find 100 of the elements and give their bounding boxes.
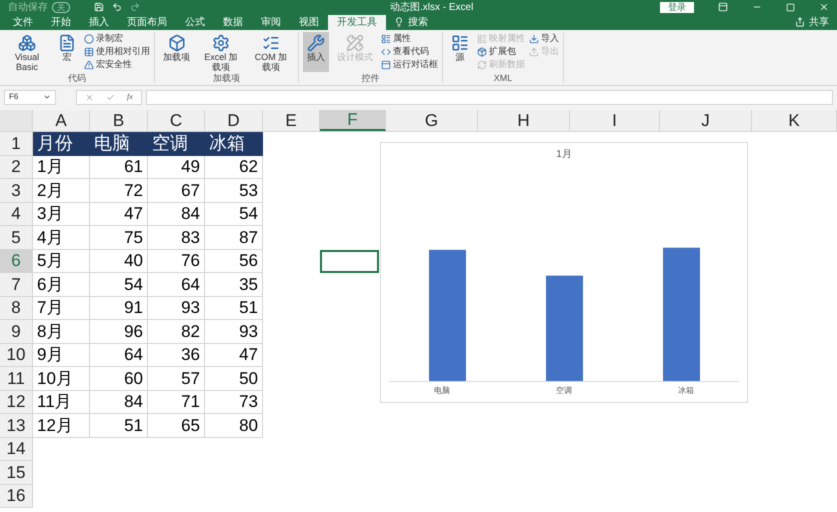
maximize-icon[interactable]: [786, 2, 795, 12]
table-cell: 64: [148, 273, 205, 296]
row-header[interactable]: 10: [0, 344, 33, 367]
name-box[interactable]: F6: [4, 90, 56, 104]
row-header[interactable]: 4: [0, 202, 33, 226]
row-header[interactable]: 13: [0, 414, 33, 438]
row-header[interactable]: 1: [0, 132, 33, 156]
ribbon-button[interactable]: 宏: [54, 32, 80, 72]
table-cell: 93: [148, 296, 205, 320]
ribbon-icon: [346, 34, 364, 52]
ribbon-tab[interactable]: 开发工具: [328, 15, 386, 30]
column-header[interactable]: B: [90, 110, 148, 131]
group-label: 加载项: [212, 72, 241, 84]
row-header[interactable]: 5: [0, 226, 33, 250]
row-header[interactable]: 8: [0, 296, 33, 320]
ribbon-button[interactable]: 录制宏: [84, 32, 150, 45]
table-cell: 3月: [33, 202, 90, 226]
ribbon-icon: [84, 34, 94, 44]
column-header[interactable]: C: [148, 110, 205, 131]
row-header[interactable]: 15: [0, 461, 33, 484]
ribbon-button[interactable]: Visual Basic: [4, 32, 50, 72]
ribbon-button[interactable]: Excel 加载项: [198, 32, 244, 72]
ribbon-icon: [58, 34, 76, 52]
column-header[interactable]: G: [386, 110, 478, 131]
row-header[interactable]: 6: [0, 250, 33, 273]
table-cell: 49: [148, 156, 205, 179]
group-label: 代码: [67, 72, 87, 84]
table-cell: 91: [90, 296, 148, 320]
column-header[interactable]: H: [478, 110, 570, 131]
table-cell: 54: [90, 273, 148, 296]
table-cell: 2月: [33, 179, 90, 202]
ribbon-tab[interactable]: 文件: [4, 15, 42, 30]
table-cell: 61: [90, 156, 148, 179]
axis-label: 空调: [556, 385, 572, 397]
row-header[interactable]: 2: [0, 156, 33, 179]
ribbon-button[interactable]: 扩展包: [477, 45, 525, 58]
sign-in-button[interactable]: 登录: [660, 2, 694, 12]
table-cell: 9月: [33, 344, 90, 367]
table-cell: 64: [90, 344, 148, 367]
header-cell: 冰箱: [205, 132, 263, 156]
column-header[interactable]: I: [570, 110, 660, 131]
share-button[interactable]: 共享: [809, 15, 829, 30]
row-header[interactable]: 9: [0, 320, 33, 344]
autosave-label: 自动保存: [8, 0, 48, 14]
ribbon-button[interactable]: 加载项: [159, 32, 194, 72]
axis-label: 电脑: [434, 385, 450, 397]
row-header[interactable]: 14: [0, 438, 33, 461]
column-header[interactable]: F: [320, 110, 386, 131]
table-cell: 50: [205, 367, 263, 390]
table-cell: 96: [90, 320, 148, 344]
ribbon-icon: [212, 34, 230, 52]
ribbon-button[interactable]: 宏安全性: [84, 58, 150, 71]
ribbon-tab[interactable]: 公式: [176, 15, 214, 30]
table-cell: 73: [205, 390, 263, 414]
group-label: XML: [492, 72, 514, 84]
chart-area[interactable]: 1月 电脑 空调 冰箱: [380, 142, 748, 403]
undo-icon[interactable]: [112, 2, 122, 12]
column-header[interactable]: K: [752, 110, 837, 131]
ribbon-button[interactable]: 运行对话框: [381, 58, 438, 71]
ribbon-button[interactable]: 使用相对引用: [84, 45, 150, 58]
row-header[interactable]: 12: [0, 390, 33, 414]
ribbon-button[interactable]: 查看代码: [381, 45, 438, 58]
ribbon-button[interactable]: 源: [447, 32, 473, 72]
ribbon-icon: [262, 34, 280, 52]
table-cell: 8月: [33, 320, 90, 344]
ribbon-tab[interactable]: 开始: [42, 15, 80, 30]
table-cell: 51: [205, 296, 263, 320]
column-header[interactable]: A: [33, 110, 90, 131]
table-cell: 57: [148, 367, 205, 390]
insert-function-button[interactable]: fx: [127, 91, 133, 103]
ribbon-button[interactable]: 属性: [381, 32, 438, 45]
ribbon-icon: [451, 34, 469, 52]
ribbon-tab[interactable]: 插入: [80, 15, 118, 30]
ribbon-tab[interactable]: 视图: [290, 15, 328, 30]
close-icon[interactable]: [819, 2, 829, 12]
ribbon-display-icon[interactable]: [718, 2, 728, 12]
column-header[interactable]: J: [660, 110, 752, 131]
ribbon-tab[interactable]: 审阅: [252, 15, 290, 30]
ribbon-tab[interactable]: 页面布局: [118, 15, 176, 30]
save-icon[interactable]: [94, 2, 104, 12]
ribbon-button[interactable]: COM 加载项: [248, 32, 294, 72]
table-cell: 62: [205, 156, 263, 179]
table-cell: 36: [148, 344, 205, 367]
formula-field[interactable]: [146, 90, 833, 104]
ribbon-tab[interactable]: 数据: [214, 15, 252, 30]
table-cell: 5月: [33, 250, 90, 273]
column-header[interactable]: D: [205, 110, 263, 131]
row-header[interactable]: 3: [0, 179, 33, 202]
tell-me-field[interactable]: 搜索: [408, 15, 428, 30]
header-cell: 月份: [33, 132, 90, 156]
table-cell: 67: [148, 179, 205, 202]
selected-cell[interactable]: [320, 250, 379, 273]
ribbon-button[interactable]: 插入: [303, 32, 329, 72]
share-icon[interactable]: [795, 17, 805, 27]
axis-label: 冰箱: [678, 385, 694, 397]
row-header[interactable]: 16: [0, 484, 33, 508]
row-header[interactable]: 11: [0, 367, 33, 390]
ribbon-button[interactable]: 导入: [529, 32, 559, 45]
row-header[interactable]: 7: [0, 273, 33, 296]
table-cell: 35: [205, 273, 263, 296]
